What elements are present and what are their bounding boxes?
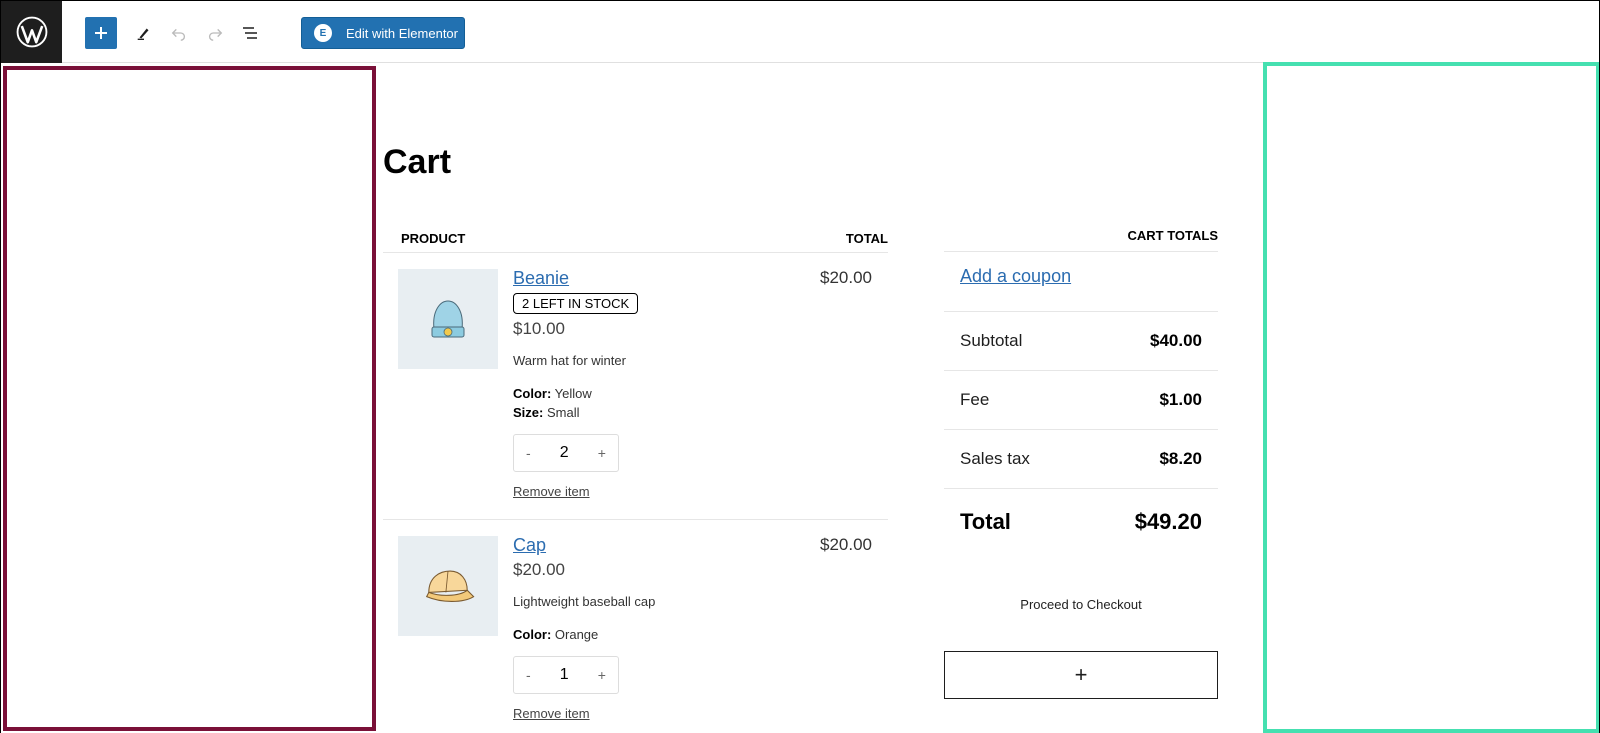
increase-quantity-button[interactable]: +	[598, 667, 606, 683]
subtotal-row: Subtotal $40.00	[944, 312, 1218, 371]
sales-tax-row: Sales tax $8.20	[944, 430, 1218, 489]
quantity-input[interactable]: 1	[560, 666, 569, 684]
sales-tax-value: $8.20	[1159, 449, 1202, 468]
product-thumbnail[interactable]	[398, 269, 498, 369]
elementor-button-label: Edit with Elementor	[346, 25, 458, 41]
fee-value: $1.00	[1159, 390, 1202, 409]
product-name-link[interactable]: Beanie	[513, 268, 813, 288]
quantity-stepper: - 2 +	[513, 434, 619, 472]
fee-row: Fee $1.00	[944, 371, 1218, 430]
elementor-icon: E	[314, 24, 332, 42]
product-meta-size: Size: Small	[513, 405, 580, 420]
add-block-button[interactable]	[85, 17, 117, 49]
cap-image	[425, 570, 475, 602]
add-coupon-link[interactable]: Add a coupon	[960, 266, 1071, 286]
grand-total-value: $49.20	[1134, 509, 1202, 534]
list-view-icon	[243, 27, 257, 39]
product-meta-color: Color: Orange	[513, 627, 599, 642]
product-column-header: PRODUCT	[401, 231, 466, 246]
product-description: Warm hat for winter	[513, 353, 626, 368]
product-name-link[interactable]: Cap	[513, 535, 813, 555]
cart-totals-heading: CART TOTALS	[944, 228, 1218, 252]
sales-tax-label: Sales tax	[960, 449, 1030, 468]
quantity-stepper: - 1 +	[513, 656, 619, 694]
decrease-quantity-button[interactable]: -	[526, 445, 531, 461]
document-outline-button[interactable]	[234, 17, 266, 49]
proceed-to-checkout-button[interactable]: Proceed to Checkout	[944, 597, 1218, 612]
increase-quantity-button[interactable]: +	[598, 445, 606, 461]
cart-item-details: Cap $20.00 Lightweight baseball cap Colo…	[513, 535, 813, 723]
product-thumbnail[interactable]	[398, 536, 498, 636]
cart-table-header: PRODUCT TOTAL	[383, 228, 888, 253]
edit-with-elementor-button[interactable]: E Edit with Elementor	[301, 17, 465, 49]
remove-item-link[interactable]: Remove item	[513, 706, 590, 721]
line-total: $20.00	[820, 268, 872, 287]
cart-item: Cap $20.00 Lightweight baseball cap Colo…	[383, 520, 888, 733]
product-description: Lightweight baseball cap	[513, 594, 656, 609]
subtotal-value: $40.00	[1150, 331, 1202, 350]
left-highlight-region	[3, 66, 376, 731]
cart-totals: CART TOTALS Add a coupon Subtotal $40.00…	[944, 228, 1218, 555]
undo-icon	[171, 28, 186, 41]
line-total: $20.00	[820, 535, 872, 554]
tools-button[interactable]	[128, 17, 160, 49]
product-price: $20.00	[513, 560, 565, 579]
wordpress-logo-icon[interactable]	[1, 1, 62, 63]
beanie-image	[431, 300, 465, 338]
redo-button[interactable]	[199, 17, 231, 49]
cart-item-details: Beanie 2 LEFT IN STOCK $10.00 Warm hat f…	[513, 268, 813, 501]
cart-item: Beanie 2 LEFT IN STOCK $10.00 Warm hat f…	[383, 253, 888, 520]
pencil-icon	[137, 28, 149, 40]
product-price: $10.00	[513, 319, 565, 338]
stock-badge: 2 LEFT IN STOCK	[513, 293, 639, 314]
remove-item-link[interactable]: Remove item	[513, 484, 590, 499]
plus-icon	[95, 27, 107, 39]
redo-icon	[208, 28, 223, 41]
block-appender-button[interactable]: +	[944, 651, 1218, 699]
grand-total-row: Total $49.20	[944, 489, 1218, 555]
product-meta-color: Color: Yellow	[513, 386, 592, 401]
editor-toolbar: E Edit with Elementor	[0, 0, 1600, 63]
right-highlight-region	[1263, 62, 1600, 733]
page-title: Cart	[383, 143, 452, 181]
subtotal-label: Subtotal	[960, 331, 1023, 350]
cart-table: PRODUCT TOTAL	[383, 228, 888, 253]
coupon-row: Add a coupon	[944, 252, 1218, 312]
fee-label: Fee	[960, 390, 990, 409]
decrease-quantity-button[interactable]: -	[526, 667, 531, 683]
undo-button[interactable]	[163, 17, 195, 49]
grand-total-label: Total	[960, 509, 1011, 534]
quantity-input[interactable]: 2	[560, 444, 569, 462]
total-column-header: TOTAL	[845, 231, 888, 246]
